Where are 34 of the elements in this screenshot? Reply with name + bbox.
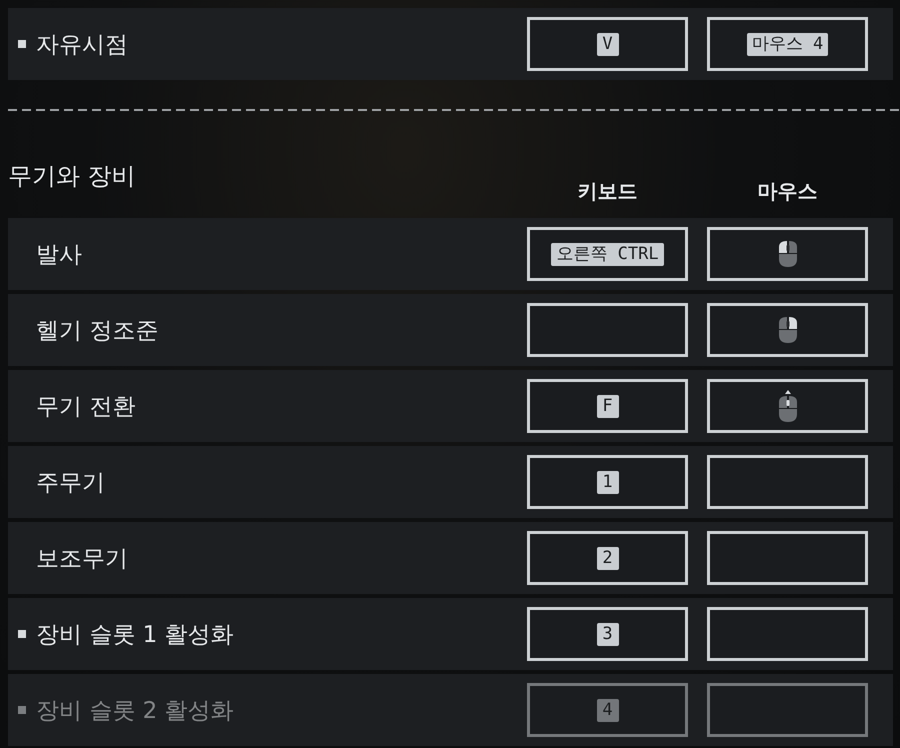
key-cap: 3 [596, 622, 618, 646]
mouse-binding-button[interactable] [707, 303, 868, 357]
key-cap: V [596, 32, 618, 56]
section-title: 무기와 장비 [8, 161, 136, 191]
mouse-binding-button[interactable] [707, 531, 868, 585]
action-label: 헬기 정조준 [36, 316, 158, 346]
action-label: 장비 슬롯 1 활성화 [36, 620, 234, 650]
mouse-binding-button[interactable] [707, 607, 868, 661]
keyboard-binding-button[interactable] [527, 303, 688, 357]
action-label: 장비 슬롯 2 활성화 [36, 696, 234, 726]
keyboard-binding-button[interactable]: 3 [527, 607, 688, 661]
action-label: 보조무기 [36, 544, 128, 574]
key-cap: 오른쪽 CTRL [551, 242, 664, 266]
keyboard-binding-button[interactable]: 1 [527, 455, 688, 509]
keyboard-binding-button[interactable]: F [527, 379, 688, 433]
mouse-binding-button[interactable] [707, 379, 868, 433]
key-cap: 마우스 4 [746, 32, 828, 56]
keyboard-binding-button[interactable]: V [527, 17, 688, 71]
key-cap: 2 [596, 546, 618, 570]
mouse-binding-button[interactable]: 마우스 4 [707, 17, 868, 71]
mouse-binding-button[interactable] [707, 455, 868, 509]
key-cap: 4 [596, 698, 618, 722]
mouse-binding-button[interactable] [707, 227, 868, 281]
keyboard-binding-button[interactable]: 2 [527, 531, 688, 585]
column-header: 키보드 [576, 179, 638, 203]
key-cap: 1 [596, 470, 618, 494]
action-label: 발사 [36, 240, 82, 270]
keyboard-binding-button[interactable]: 오른쪽 CTRL [527, 227, 688, 281]
action-label: 주무기 [36, 468, 105, 498]
action-label: 자유시점 [36, 30, 128, 60]
keyboard-binding-button[interactable]: 4 [527, 683, 688, 737]
action-label: 무기 전환 [36, 392, 136, 422]
key-cap: F [596, 394, 618, 418]
column-header: 마우스 [756, 179, 818, 203]
